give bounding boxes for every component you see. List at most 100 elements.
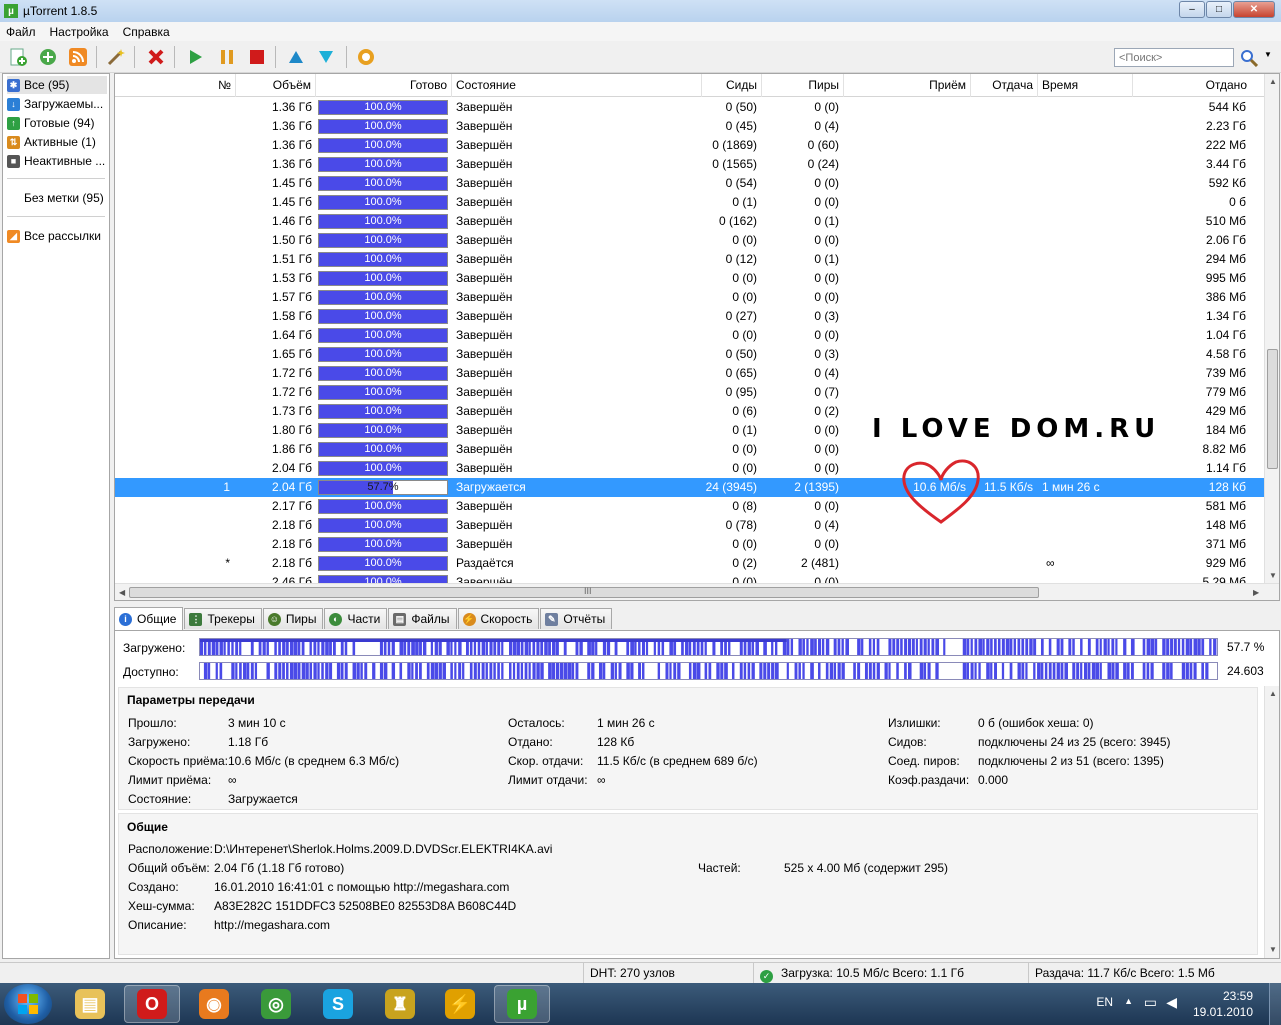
col-down-speed[interactable]: Приём: [844, 74, 971, 97]
minimize-button[interactable]: –: [1179, 1, 1205, 18]
sidebar-item-completed[interactable]: ↑ Готовые (94): [7, 114, 107, 132]
remove-icon[interactable]: [144, 46, 168, 68]
network-tray-icon[interactable]: ▭: [1144, 994, 1157, 1011]
table-row[interactable]: 1.45 Гб Завершён 0 (54) 0 (0) 592 Кб 100.0%: [115, 174, 1265, 193]
sidebar-item-inactive[interactable]: ■ Неактивные ...: [7, 152, 107, 170]
table-row[interactable]: 2.04 Гб Завершён 0 (0) 0 (0) 1.14 Гб 100.0%: [115, 459, 1265, 478]
move-up-icon[interactable]: [284, 46, 308, 68]
pause-icon[interactable]: [215, 46, 239, 68]
skype-taskbar-icon[interactable]: S: [310, 985, 366, 1023]
table-row[interactable]: 1.50 Гб Завершён 0 (0) 0 (0) 2.06 Гб 100.0%: [115, 231, 1265, 250]
rss-icon[interactable]: [66, 46, 90, 68]
table-row[interactable]: 1.53 Гб Завершён 0 (0) 0 (0) 995 Мб 100.0%: [115, 269, 1265, 288]
close-button[interactable]: ✕: [1233, 1, 1275, 18]
tab-general[interactable]: i Общие: [114, 607, 184, 630]
table-row[interactable]: 1.64 Гб Завершён 0 (0) 0 (0) 1.04 Гб 100.0%: [115, 326, 1265, 345]
explorer-taskbar-icon[interactable]: ▤: [62, 985, 118, 1023]
maximize-button[interactable]: □: [1206, 1, 1232, 18]
menu-help[interactable]: Справка: [123, 25, 170, 39]
details-scroll-up-icon[interactable]: ▲: [1269, 689, 1277, 698]
table-row[interactable]: 1.72 Гб Завершён 0 (65) 0 (4) 739 Мб 100.0%: [115, 364, 1265, 383]
table-row[interactable]: 2.18 Гб Завершён 0 (78) 0 (4) 148 Мб 100.0%: [115, 516, 1265, 535]
table-row[interactable]: 1.36 Гб Завершён 0 (1869) 0 (60) 222 Мб 100.0…: [115, 136, 1265, 155]
show-desktop-button[interactable]: [1269, 983, 1281, 1025]
utorrent-taskbar-icon[interactable]: µ: [494, 985, 550, 1023]
move-down-icon[interactable]: [314, 46, 338, 68]
list-vertical-scrollbar[interactable]: ▲ ▼: [1264, 74, 1279, 584]
row-size: 1.53 Гб: [271, 271, 312, 285]
menu-file[interactable]: Файл: [6, 25, 36, 39]
table-row[interactable]: 1.65 Гб Завершён 0 (50) 0 (3) 4.58 Гб 100.0%: [115, 345, 1265, 364]
firefox-taskbar-icon[interactable]: ◉: [186, 985, 242, 1023]
list-horizontal-scrollbar[interactable]: ◀ III ▶: [115, 583, 1279, 600]
clock-date[interactable]: 19.01.2010: [1193, 1005, 1253, 1019]
add-torrent-icon[interactable]: [6, 46, 30, 68]
volume-tray-icon[interactable]: ◀: [1166, 994, 1177, 1011]
game-taskbar-icon[interactable]: ♜: [372, 985, 428, 1023]
sidebar-item-no-label[interactable]: Без метки (95): [24, 189, 124, 207]
table-row[interactable]: 2.18 Гб Завершён 0 (0) 0 (0) 371 Мб 100.0%: [115, 535, 1265, 554]
col-number[interactable]: №: [115, 74, 236, 97]
col-up-speed[interactable]: Отдача: [971, 74, 1038, 97]
details-scroll-down-icon[interactable]: ▼: [1269, 945, 1277, 954]
table-row[interactable]: 2.17 Гб Завершён 0 (8) 0 (0) 581 Мб 100.0%: [115, 497, 1265, 516]
details-vertical-scrollbar[interactable]: ▲ ▼: [1264, 686, 1279, 958]
taskbar-app-glyph: ♜: [385, 989, 415, 1019]
row-status: Завершён: [456, 176, 513, 190]
table-row[interactable]: 1.58 Гб Завершён 0 (27) 0 (3) 1.34 Гб 100.0%: [115, 307, 1265, 326]
scroll-left-icon[interactable]: ◀: [119, 588, 125, 597]
tab-speed[interactable]: ⚡ Скорость: [457, 608, 540, 629]
table-row[interactable]: * 2.18 Гб Раздаётся 0 (2) 2 (481) ∞ 929 Мб 100.…: [115, 554, 1265, 573]
opera-taskbar-icon[interactable]: O: [124, 985, 180, 1023]
col-uploaded[interactable]: Отдано: [1133, 74, 1251, 97]
tab-peers[interactable]: ☺ Пиры: [262, 608, 324, 629]
table-row[interactable]: 1.51 Гб Завершён 0 (12) 0 (1) 294 Мб 100.0%: [115, 250, 1265, 269]
tab-files[interactable]: ▤ Файлы: [388, 608, 457, 629]
winamp-taskbar-icon[interactable]: ⚡: [432, 985, 488, 1023]
tab-trackers[interactable]: ⋮ Трекеры: [184, 608, 262, 629]
table-row[interactable]: 1.57 Гб Завершён 0 (0) 0 (0) 386 Мб 100.0%: [115, 288, 1265, 307]
list-horizontal-scroll-thumb[interactable]: III: [129, 586, 1039, 598]
list-vertical-scroll-thumb[interactable]: [1267, 349, 1278, 469]
scroll-right-icon[interactable]: ▶: [1253, 588, 1259, 597]
table-row[interactable]: 1.72 Гб Завершён 0 (95) 0 (7) 779 Мб 100.0%: [115, 383, 1265, 402]
taskbar-app-glyph: O: [137, 989, 167, 1019]
tab-pieces[interactable]: ◐ Части: [324, 608, 388, 629]
info-value: D:\Интеренет\Sherlok.Holms.2009.D.DVDScr…: [214, 842, 553, 856]
table-row[interactable]: 1.36 Гб Завершён 0 (50) 0 (0) 544 Кб 100.0%: [115, 98, 1265, 117]
chrome-taskbar-icon[interactable]: ◎: [248, 985, 304, 1023]
start-button[interactable]: [4, 984, 52, 1024]
scroll-up-icon[interactable]: ▲: [1269, 77, 1277, 86]
info-icon: i: [119, 612, 132, 626]
col-eta[interactable]: Время: [1038, 74, 1133, 97]
col-size[interactable]: Объём: [236, 74, 316, 97]
search-dropdown-icon[interactable]: ▼: [1264, 50, 1272, 59]
clock-time[interactable]: 23:59: [1223, 989, 1253, 1003]
tab-logger[interactable]: ✎ Отчёты: [540, 608, 613, 629]
language-indicator[interactable]: EN: [1096, 995, 1113, 1009]
stop-icon[interactable]: [245, 46, 269, 68]
preferences-icon[interactable]: [354, 46, 378, 68]
table-row[interactable]: 1.46 Гб Завершён 0 (162) 0 (1) 510 Мб 100.0%: [115, 212, 1265, 231]
sidebar-item-all-feeds[interactable]: ◢ Все рассылки: [7, 227, 107, 245]
sidebar-item-active[interactable]: ⇅ Активные (1): [7, 133, 107, 151]
search-icon[interactable]: [1238, 47, 1260, 68]
start-icon[interactable]: [183, 46, 207, 68]
col-status[interactable]: Состояние: [452, 74, 702, 97]
scroll-down-icon[interactable]: ▼: [1269, 571, 1277, 580]
col-seeds[interactable]: Сиды: [702, 74, 762, 97]
table-row[interactable]: 1.45 Гб Завершён 0 (1) 0 (0) 0 б 100.0%: [115, 193, 1265, 212]
sidebar-item-downloading[interactable]: ↓ Загружаемы...: [7, 95, 107, 113]
menu-settings[interactable]: Настройка: [50, 25, 109, 39]
sidebar-item-all[interactable]: ✱ Все (95): [7, 76, 107, 94]
table-row[interactable]: 1 2.04 Гб Загружается 24 (3945) 2 (1395) 10.6…: [115, 478, 1265, 497]
table-row[interactable]: 1.36 Гб Завершён 0 (1565) 0 (24) 3.44 Гб 100.…: [115, 155, 1265, 174]
add-url-icon[interactable]: [36, 46, 60, 68]
col-done[interactable]: Готово: [316, 74, 452, 97]
row-down-speed: [844, 136, 966, 155]
table-row[interactable]: 1.36 Гб Завершён 0 (45) 0 (4) 2.23 Гб 100.0%: [115, 117, 1265, 136]
tray-expand-icon[interactable]: ▲: [1124, 996, 1133, 1006]
create-torrent-icon[interactable]: [104, 46, 128, 68]
search-input[interactable]: [1114, 48, 1234, 67]
col-peers[interactable]: Пиры: [762, 74, 844, 97]
